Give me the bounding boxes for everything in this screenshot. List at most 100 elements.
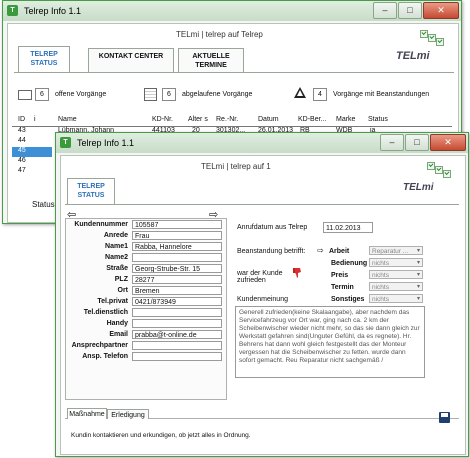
open-label: offene Vorgänge bbox=[55, 91, 107, 98]
cell-id: 46 bbox=[18, 157, 26, 164]
name1-field[interactable]: Rabba, Hannelore bbox=[132, 242, 222, 251]
anrufdatum-label: Anrufdatum aus Telrep bbox=[237, 224, 308, 231]
ansprechpartner-field[interactable] bbox=[132, 341, 222, 350]
ort-label: Ort bbox=[117, 287, 129, 294]
app-header: TELmi | telrep auf Telrep bbox=[176, 30, 263, 39]
col-marke[interactable]: Marke bbox=[336, 116, 355, 123]
kundenmeinung-label: Kundenmeinung bbox=[237, 296, 288, 303]
name1-label: Name1 bbox=[105, 243, 128, 250]
email-field[interactable]: prabba@t-online.de bbox=[132, 330, 222, 339]
strasse-label: Straße bbox=[106, 265, 128, 272]
front-window: T Telrep Info 1.1 – □ ✕ TELmi | telrep a… bbox=[55, 132, 469, 457]
telmi-logo: TELmi bbox=[397, 158, 459, 198]
checklist-icon bbox=[435, 166, 443, 174]
arrow-right-icon: ⇨ bbox=[317, 246, 324, 255]
plz-field[interactable]: 28277 bbox=[132, 275, 222, 284]
complaint-label: Vorgänge mit Beanstandungen bbox=[333, 91, 430, 98]
col-i[interactable]: i bbox=[34, 116, 36, 123]
tab-telrep-status[interactable]: TELREP STATUS bbox=[67, 178, 115, 204]
complaint-count: 4 bbox=[313, 88, 327, 101]
table-header: ID i Name KD-Nr. Alter s Re.-Nr. Datum K… bbox=[12, 116, 452, 127]
table-row[interactable]: 44 bbox=[12, 137, 52, 147]
zufrieden-label: war der Kunde zufrieden bbox=[237, 270, 283, 284]
tab-erledigung[interactable]: Erledigung bbox=[107, 409, 149, 419]
anrede-field[interactable]: Frau bbox=[132, 231, 222, 240]
logo-text: TELmi bbox=[403, 182, 434, 193]
plz-label: PLZ bbox=[114, 276, 128, 283]
expired-count: 6 bbox=[162, 88, 176, 101]
arbeit-label: Arbeit bbox=[329, 248, 350, 255]
minimize-button[interactable]: – bbox=[380, 134, 404, 151]
anrufdatum-field[interactable]: 11.02.2013 bbox=[323, 222, 373, 233]
tab-kontakt-center[interactable]: KONTAKT CENTER bbox=[88, 48, 174, 72]
col-renr[interactable]: Re.-Nr. bbox=[216, 116, 238, 123]
table-row-selected[interactable]: 45 bbox=[12, 147, 52, 157]
maximize-button[interactable]: □ bbox=[398, 2, 422, 19]
tel-privat-label: Tel.privat bbox=[97, 298, 128, 305]
col-kdnr[interactable]: KD-Nr. bbox=[152, 116, 173, 123]
name2-field[interactable] bbox=[132, 253, 222, 262]
tel-dienstlich-field[interactable] bbox=[132, 308, 222, 317]
cell-id: 45 bbox=[18, 147, 26, 154]
tab-telrep-status[interactable]: TELREP STATUS bbox=[18, 46, 70, 72]
calendar-icon bbox=[144, 88, 157, 101]
app-icon: T bbox=[7, 5, 18, 16]
tab-label: KONTAKT CENTER bbox=[98, 53, 164, 60]
cell-id: 44 bbox=[18, 137, 26, 144]
col-alter[interactable]: Alter s bbox=[188, 116, 208, 123]
maximize-button[interactable]: □ bbox=[405, 134, 429, 151]
tel-dienstlich-label: Tel.dienstlich bbox=[83, 309, 128, 316]
thumbs-down-icon bbox=[293, 268, 301, 278]
checklist-icon bbox=[420, 30, 428, 38]
name2-label: Name2 bbox=[105, 254, 128, 261]
kundennummer-field[interactable]: 105587 bbox=[132, 220, 222, 229]
tab-massnahme[interactable]: Maßnahme bbox=[67, 408, 107, 419]
ort-field[interactable]: Bremen bbox=[132, 286, 222, 295]
bedienung-select[interactable]: nichts bbox=[369, 258, 423, 268]
col-kdber[interactable]: KD-Ber... bbox=[298, 116, 326, 123]
kundenmeinung-textarea[interactable]: Generell zufrieden(keine Skalaangabe), a… bbox=[235, 306, 425, 378]
col-datum[interactable]: Datum bbox=[258, 116, 279, 123]
checklist-icon bbox=[427, 162, 435, 170]
checklist-icon bbox=[443, 170, 451, 178]
tab-label: Erledigung bbox=[111, 412, 145, 419]
tel-privat-field[interactable]: 0421/873949 bbox=[132, 297, 222, 306]
strasse-field[interactable]: Georg-Strube-Str. 15 bbox=[132, 264, 222, 273]
back-titlebar[interactable]: T Telrep Info 1.1 – □ ✕ bbox=[3, 1, 461, 21]
ansprechpartner-label: Ansprechpartner bbox=[71, 342, 128, 349]
sonstiges-label: Sonstiges bbox=[331, 296, 365, 303]
anrede-label: Anrede bbox=[103, 232, 128, 239]
customer-form: Kundennummer 105587 Anrede Frau Name1 Ra… bbox=[65, 218, 227, 400]
sonstiges-select[interactable]: nichts bbox=[369, 294, 423, 304]
table-row[interactable]: 47 bbox=[12, 167, 52, 177]
col-name[interactable]: Name bbox=[58, 116, 77, 123]
tab-aktuelle-termine[interactable]: AKTUELLE TERMINE bbox=[178, 48, 244, 72]
col-id[interactable]: ID bbox=[18, 116, 25, 123]
preis-select[interactable]: nichts bbox=[369, 270, 423, 280]
front-titlebar[interactable]: T Telrep Info 1.1 – □ ✕ bbox=[56, 133, 468, 153]
tab-divider bbox=[65, 204, 459, 205]
table-row[interactable]: 46 bbox=[12, 157, 52, 167]
preis-label: Preis bbox=[331, 272, 349, 279]
save-icon[interactable] bbox=[439, 412, 450, 423]
cell-id: 43 bbox=[18, 127, 26, 134]
telmi-logo: TELmi bbox=[390, 26, 452, 66]
termin-select[interactable]: nichts bbox=[369, 282, 423, 292]
envelope-icon bbox=[18, 90, 32, 100]
tab-label: TELREP STATUS bbox=[77, 183, 105, 199]
kundennummer-label: Kundennummer bbox=[74, 221, 128, 228]
front-window-title: Telrep Info 1.1 bbox=[77, 138, 135, 148]
cell-id: 47 bbox=[18, 167, 26, 174]
massnahme-text[interactable]: Kundin kontaktieren und erkundigen, ob j… bbox=[71, 432, 251, 439]
checklist-icon bbox=[428, 34, 436, 42]
minimize-button[interactable]: – bbox=[373, 2, 397, 19]
col-status[interactable]: Status bbox=[368, 116, 388, 123]
arbeit-select[interactable]: Reparatur ... bbox=[369, 246, 423, 256]
warning-icon-inner bbox=[297, 90, 303, 96]
tab-divider bbox=[14, 72, 454, 73]
handy-field[interactable] bbox=[132, 319, 222, 328]
app-header: TELmi | telrep auf 1 bbox=[201, 162, 271, 171]
close-button[interactable]: ✕ bbox=[430, 134, 466, 151]
ansp-telefon-field[interactable] bbox=[132, 352, 222, 361]
close-button[interactable]: ✕ bbox=[423, 2, 459, 19]
